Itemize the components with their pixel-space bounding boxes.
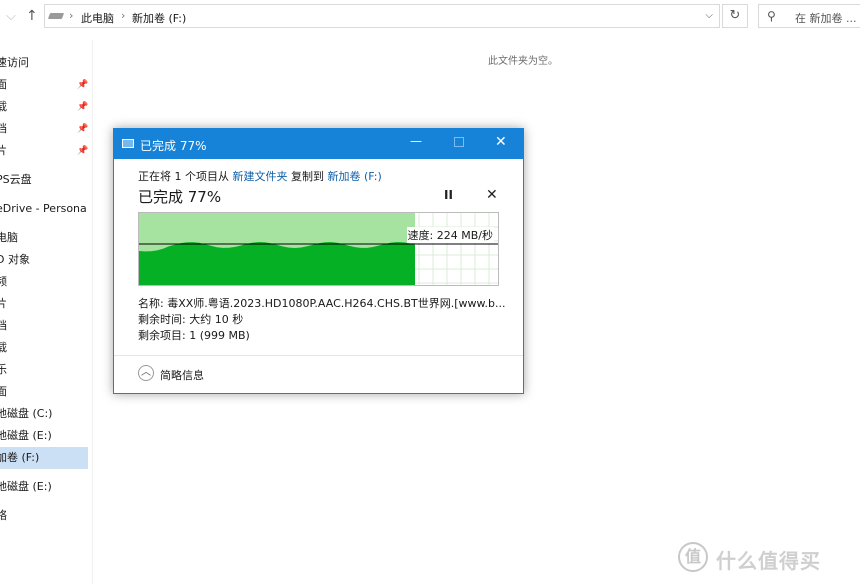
- sidebar-item-label: 档: [0, 122, 7, 135]
- sidebar-item[interactable]: 地磁盘 (C:): [0, 403, 88, 425]
- pause-button[interactable]: II: [444, 188, 453, 202]
- search-icon: ⚲: [767, 9, 776, 23]
- chevron-right-icon[interactable]: ›: [121, 9, 125, 22]
- pin-icon[interactable]: 📌: [77, 140, 88, 162]
- sidebar-item[interactable]: 地磁盘 (E:): [0, 476, 88, 498]
- sidebar-item-label: eDrive - Persona: [0, 202, 87, 215]
- sidebar-item-label: 电脑: [0, 231, 18, 244]
- search-placeholder: 在 新加卷 ...: [795, 12, 857, 25]
- drive-icon: [47, 13, 65, 19]
- sidebar-item-label: 面: [0, 78, 7, 91]
- copy-description: 正在将 1 个项目从 新建文件夹 复制到 新加卷 (F:): [138, 168, 382, 184]
- sidebar-item[interactable]: 片: [0, 293, 88, 315]
- chevron-down-icon[interactable]: ⌵: [6, 9, 16, 24]
- less-details-button[interactable]: 简略信息: [160, 367, 204, 383]
- sidebar-item-label: 频: [0, 275, 7, 288]
- sidebar-item[interactable]: eDrive - Persona: [0, 198, 88, 220]
- sidebar-item-label: 地磁盘 (E:): [0, 429, 52, 442]
- sidebar-item[interactable]: 面 📌: [0, 74, 88, 96]
- sidebar-item[interactable]: 频: [0, 271, 88, 293]
- refresh-button[interactable]: ↻: [722, 4, 748, 28]
- copy-window-icon: [122, 139, 134, 148]
- dialog-title: 已完成 77%: [140, 139, 207, 153]
- maximize-button[interactable]: [454, 137, 464, 147]
- sidebar-item[interactable]: 面: [0, 381, 88, 403]
- sidebar-item[interactable]: 电脑: [0, 227, 88, 249]
- sidebar-item[interactable]: 载 📌: [0, 96, 88, 118]
- progress-heading: 已完成 77%: [138, 188, 222, 206]
- sidebar-item[interactable]: PS云盘: [0, 169, 88, 191]
- speed-graph-canvas: [139, 213, 498, 285]
- sidebar-item[interactable]: 档: [0, 315, 88, 337]
- time-remaining-line: 剩余时间: 大约 10 秒: [138, 313, 244, 326]
- chevron-down-icon[interactable]: ⌵: [705, 10, 713, 21]
- watermark-text: 什么值得买: [716, 549, 821, 573]
- sidebar-item-label: 面: [0, 385, 7, 398]
- pin-icon[interactable]: 📌: [77, 74, 88, 96]
- search-box[interactable]: ⚲ 在 新加卷 ...: [758, 4, 860, 28]
- sidebar-item-label: 载: [0, 341, 7, 354]
- pin-icon[interactable]: 📌: [77, 96, 88, 118]
- chevron-up-icon[interactable]: ︿: [138, 365, 154, 381]
- sidebar-item[interactable]: 载: [0, 337, 88, 359]
- sidebar-item[interactable]: 速访问: [0, 52, 88, 74]
- items-remaining-line: 剩余项目: 1 (999 MB): [138, 329, 250, 342]
- breadcrumb-drive-f[interactable]: 新加卷 (F:): [132, 10, 186, 26]
- dialog-titlebar[interactable]: 已完成 77% — ✕: [114, 129, 523, 159]
- sidebar-item-label: 档: [0, 319, 7, 332]
- sidebar-item-label: PS云盘: [0, 173, 32, 186]
- sidebar-item[interactable]: D 对象: [0, 249, 88, 271]
- file-name-line: 名称: 毒XX师.粤语.2023.HD1080P.AAC.H264.CHS.BT…: [138, 297, 506, 310]
- close-button[interactable]: ✕: [495, 134, 507, 150]
- breadcrumb-this-pc[interactable]: 此电脑: [81, 10, 114, 26]
- dialog-divider: [114, 355, 523, 356]
- address-toolbar: ⌵ ↑ › 此电脑 › 新加卷 (F:) ⌵ ↻ ⚲ 在 新加卷 ...: [0, 0, 860, 34]
- transfer-speed-graph: 速度: 224 MB/秒: [138, 212, 499, 286]
- sidebar-item[interactable]: 片 📌: [0, 140, 88, 162]
- sidebar-item[interactable]: 地磁盘 (E:): [0, 425, 88, 447]
- pin-icon[interactable]: 📌: [77, 118, 88, 140]
- up-arrow-icon[interactable]: ↑: [26, 8, 38, 24]
- watermark: 值 什么值得买: [678, 540, 858, 576]
- sidebar-item-label: 速访问: [0, 56, 29, 69]
- throughput-area: [139, 242, 415, 285]
- sidebar-item-label: 片: [0, 297, 7, 310]
- sidebar-item-label: 载: [0, 100, 7, 113]
- source-folder-link[interactable]: 新建文件夹: [233, 170, 288, 183]
- chevron-right-icon[interactable]: ›: [69, 9, 73, 22]
- watermark-logo-icon: 值: [678, 542, 708, 572]
- copy-mid: 复制到: [291, 170, 324, 183]
- sidebar-item[interactable]: 加卷 (F:): [0, 447, 88, 469]
- copy-prefix: 正在将 1 个项目从: [138, 170, 229, 183]
- destination-drive-link[interactable]: 新加卷 (F:): [328, 170, 382, 183]
- sidebar-item[interactable]: 乐: [0, 359, 88, 381]
- minimize-button[interactable]: —: [410, 134, 422, 148]
- sidebar-item-label: 片: [0, 144, 7, 157]
- speed-label: 速度: 224 MB/秒: [406, 227, 494, 243]
- sidebar-item-label: 地磁盘 (E:): [0, 480, 52, 493]
- sidebar-item[interactable]: 档 📌: [0, 118, 88, 140]
- sidebar-item-label: D 对象: [0, 253, 30, 266]
- pane-divider[interactable]: [92, 40, 93, 584]
- sidebar-item-label: 地磁盘 (C:): [0, 407, 53, 420]
- address-bar[interactable]: › 此电脑 › 新加卷 (F:) ⌵: [44, 4, 720, 28]
- sidebar-item-label: 乐: [0, 363, 7, 376]
- cancel-button[interactable]: ✕: [486, 187, 498, 203]
- copy-progress-dialog: 已完成 77% — ✕ 正在将 1 个项目从 新建文件夹 复制到 新加卷 (F:…: [113, 128, 524, 394]
- refresh-icon: ↻: [729, 8, 741, 23]
- sidebar-item-label: 加卷 (F:): [0, 451, 40, 464]
- navigation-pane: 速访问面📌载📌档📌片📌PS云盘eDrive - Persona电脑D 对象频片档…: [0, 40, 92, 584]
- sidebar-item[interactable]: 络: [0, 505, 88, 527]
- sidebar-item-label: 络: [0, 509, 7, 522]
- empty-folder-message: 此文件夹为空。: [488, 56, 558, 67]
